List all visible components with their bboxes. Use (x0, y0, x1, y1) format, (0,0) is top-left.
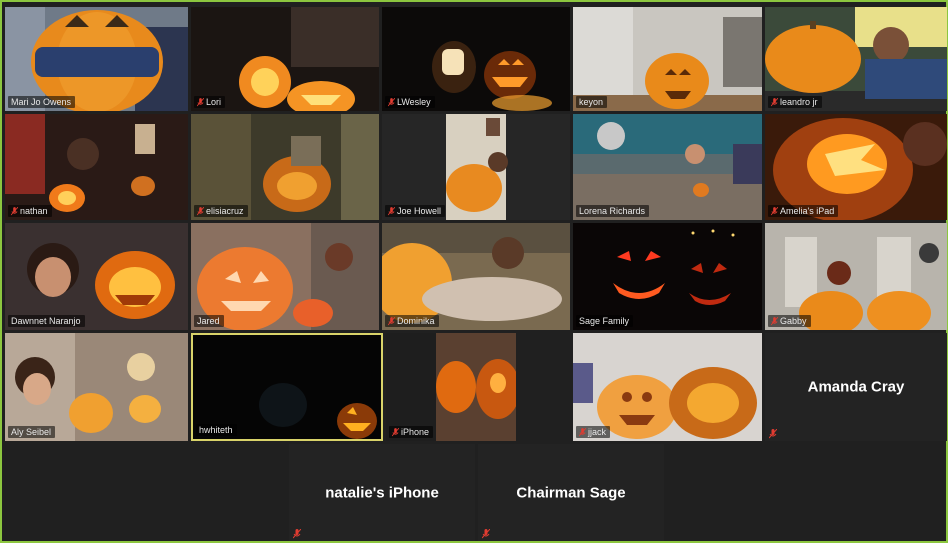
participant-name-tag: keyon (576, 96, 608, 108)
participant-name-tag: LWesley (385, 96, 435, 108)
video-tile[interactable]: LWesley (382, 7, 570, 111)
video-feed (5, 223, 188, 330)
video-tile[interactable]: Dominika (382, 223, 570, 330)
video-off-tile[interactable]: Amanda Cray (765, 333, 947, 441)
participant-name: Lorena Richards (579, 206, 646, 216)
video-tile[interactable]: Lorena Richards (573, 114, 762, 220)
participant-name: elisiacruz (206, 206, 244, 216)
participant-name: Chairman Sage (516, 484, 626, 501)
participant-name-tag: Dawnnet Naranjo (8, 315, 85, 327)
muted-mic-icon (771, 97, 778, 106)
video-tile[interactable]: Mari Jo Owens (5, 7, 188, 111)
video-tile[interactable]: nathan (5, 114, 188, 220)
participant-name: Aly Seibel (11, 427, 52, 437)
participant-name: keyon (579, 97, 604, 107)
muted-mic-icon (482, 529, 490, 539)
participant-name: leandro jr (780, 97, 818, 107)
video-tile[interactable]: keyon (573, 7, 762, 111)
video-tile[interactable]: Sage Family (573, 223, 762, 330)
video-tile[interactable]: jjack (573, 333, 762, 441)
video-tile[interactable]: Amelia's iPad (765, 114, 947, 220)
muted-mic-icon (579, 427, 586, 436)
video-tile[interactable]: Aly Seibel (5, 333, 188, 441)
video-tile[interactable]: Lori (191, 7, 379, 111)
muted-mic-icon (388, 206, 395, 215)
participant-name-tag: Lori (194, 96, 226, 108)
muted-mic-icon (392, 427, 399, 436)
video-tile[interactable]: iPhone (386, 333, 516, 441)
muted-mic-icon (388, 316, 395, 325)
video-feed (191, 223, 379, 330)
muted-mic-icon (293, 529, 301, 539)
video-feed (573, 333, 762, 441)
muted-mic-icon (388, 97, 395, 106)
participant-name-tag: elisiacruz (194, 205, 248, 217)
participant-name: Joe Howell (397, 206, 442, 216)
video-tile[interactable]: Joe Howell (382, 114, 570, 220)
video-feed (5, 333, 188, 441)
participant-name-tag: jjack (576, 426, 611, 438)
participant-name-tag: Mari Jo Owens (8, 96, 76, 108)
participant-name-tag: Amelia's iPad (768, 205, 839, 217)
participant-name: natalie's iPhone (325, 484, 439, 501)
participant-name: Sage Family (579, 316, 630, 326)
participant-name: Lori (206, 97, 222, 107)
muted-mic-icon (769, 429, 777, 439)
active-speaker-tile[interactable]: hwhiteth (191, 333, 383, 441)
video-feed (573, 223, 762, 330)
participant-name: Dominika (397, 316, 435, 326)
participant-name-tag: Lorena Richards (576, 205, 650, 217)
participant-name: Mari Jo Owens (11, 97, 72, 107)
video-tile[interactable]: leandro jr (765, 7, 947, 111)
participant-name-tag: hwhiteth (196, 424, 237, 436)
participant-name-tag: Jared (194, 315, 224, 327)
participant-name-tag: Joe Howell (385, 205, 446, 217)
video-tile[interactable]: elisiacruz (191, 114, 379, 220)
participant-name: LWesley (397, 97, 431, 107)
participant-name-tag: nathan (8, 205, 52, 217)
video-tile[interactable]: Dawnnet Naranjo (5, 223, 188, 330)
participant-name: jjack (588, 427, 607, 437)
video-off-tile[interactable]: Chairman Sage (478, 444, 664, 541)
participant-name-tag: Gabby (768, 315, 811, 327)
participant-name: iPhone (401, 427, 430, 437)
video-feed (765, 223, 947, 330)
participant-name-tag: Aly Seibel (8, 426, 56, 438)
video-feed (382, 223, 570, 330)
participant-name: Amelia's iPad (780, 206, 835, 216)
muted-mic-icon (11, 206, 18, 215)
video-tile[interactable]: Gabby (765, 223, 947, 330)
participant-name: Jared (197, 316, 220, 326)
video-feed (386, 333, 516, 441)
muted-mic-icon (197, 97, 204, 106)
muted-mic-icon (771, 316, 778, 325)
participant-name-tag: leandro jr (768, 96, 822, 108)
muted-mic-icon (771, 206, 778, 215)
participant-name-tag: Sage Family (576, 315, 634, 327)
participant-name: Amanda Cray (807, 378, 905, 396)
video-gallery: Mari Jo Owens Lori LWesley keyon leandro… (0, 0, 948, 543)
muted-mic-icon (197, 206, 204, 215)
video-tile[interactable]: Jared (191, 223, 379, 330)
participant-name: Dawnnet Naranjo (11, 316, 81, 326)
participant-name-tag: Dominika (385, 315, 439, 327)
video-off-tile[interactable]: natalie's iPhone (289, 444, 475, 541)
participant-name-tag: iPhone (389, 426, 434, 438)
participant-name: nathan (20, 206, 48, 216)
participant-name: hwhiteth (199, 425, 233, 435)
participant-name: Gabby (780, 316, 807, 326)
